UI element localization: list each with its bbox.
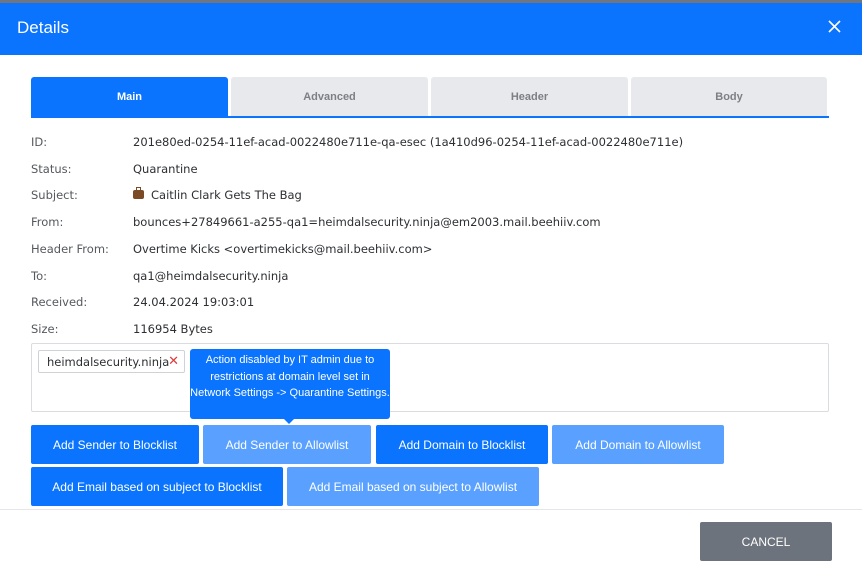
status-value: Quarantine	[133, 162, 198, 176]
add-email-subject-allowlist-button[interactable]: Add Email based on subject to Allowlist	[287, 467, 539, 506]
received-label: Received:	[31, 295, 88, 309]
from-value: bounces+27849661-a255-qa1=heimdalsecurit…	[133, 215, 601, 229]
remove-domain-icon[interactable]: ✕	[168, 354, 179, 369]
briefcase-icon	[133, 187, 144, 199]
add-email-subject-blocklist-button[interactable]: Add Email based on subject to Blocklist	[31, 467, 283, 506]
tab-bar: Main Advanced Header Body	[31, 77, 829, 118]
domain-chip-box: heimdalsecurity.ninja ✕	[31, 343, 829, 412]
disabled-action-tooltip: Action disabled by IT admin due to restr…	[190, 349, 390, 419]
tab-main[interactable]: Main	[31, 77, 228, 116]
subject-label: Subject:	[31, 188, 78, 202]
add-sender-blocklist-button[interactable]: Add Sender to Blocklist	[31, 425, 199, 464]
close-icon[interactable]	[824, 16, 846, 38]
add-domain-blocklist-button[interactable]: Add Domain to Blocklist	[376, 425, 548, 464]
add-domain-allowlist-button[interactable]: Add Domain to Allowlist	[552, 425, 724, 464]
received-value: 24.04.2024 19:03:01	[133, 295, 255, 309]
tab-body[interactable]: Body	[631, 77, 827, 116]
header-from-label: Header From:	[31, 242, 109, 256]
add-sender-allowlist-button[interactable]: Add Sender to Allowlist	[203, 425, 371, 464]
cancel-button[interactable]: CANCEL	[700, 522, 832, 561]
id-label: ID:	[31, 135, 48, 149]
tooltip-arrow	[283, 418, 295, 424]
subject-value-wrap: Caitlin Clark Gets The Bag	[133, 187, 302, 202]
tab-advanced[interactable]: Advanced	[231, 77, 428, 116]
header-from-value: Overtime Kicks <overtimekicks@mail.beehi…	[133, 242, 433, 256]
tab-header[interactable]: Header	[431, 77, 628, 116]
to-value: qa1@heimdalsecurity.ninja	[133, 269, 289, 283]
dialog-title: Details	[17, 18, 69, 37]
status-label: Status:	[31, 162, 72, 176]
domain-chip: heimdalsecurity.ninja ✕	[38, 350, 185, 373]
dialog-header: Details	[0, 3, 862, 55]
size-value: 116954 Bytes	[133, 322, 213, 336]
size-label: Size:	[31, 322, 59, 336]
subject-value: Caitlin Clark Gets The Bag	[151, 188, 302, 202]
footer-divider	[0, 509, 862, 510]
id-value: 201e80ed-0254-11ef-acad-0022480e711e-qa-…	[133, 135, 684, 149]
to-label: To:	[31, 269, 47, 283]
domain-chip-label: heimdalsecurity.ninja	[47, 354, 170, 369]
from-label: From:	[31, 215, 64, 229]
